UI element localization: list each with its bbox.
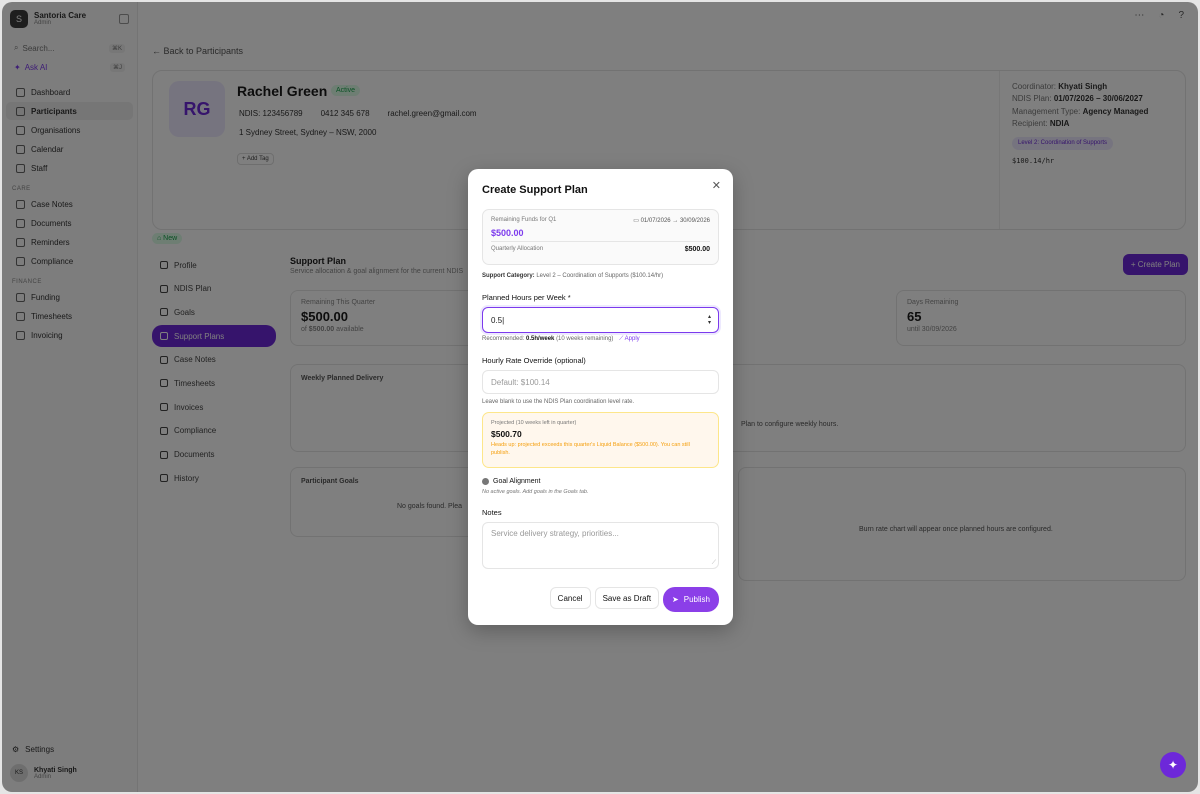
quarterly-allocation-row: Quarterly Allocation $500.00 <box>491 246 710 253</box>
recommended-hint: Recommended: 0.5h/week (10 weeks remaini… <box>482 336 719 343</box>
close-icon[interactable]: ✕ <box>712 179 721 192</box>
goal-alignment: Goal Alignment <box>482 478 719 485</box>
resize-handle-icon[interactable]: ⟋ <box>712 560 716 567</box>
recommended-prefix: Recommended: <box>482 336 525 342</box>
publish-label: Publish <box>683 595 710 604</box>
target-icon <box>482 478 489 485</box>
support-category: Support Category: Level 2 – Coordination… <box>482 273 719 279</box>
publish-button[interactable]: ➤ Publish <box>663 587 719 612</box>
remaining-funds-card: Remaining Funds for Q1 ▭ 01/07/2026 → 30… <box>482 209 719 265</box>
support-category-value: Level 2 – Coordination of Supports ($100… <box>536 273 664 279</box>
dialog-title: Create Support Plan <box>482 184 588 196</box>
quarterly-label: Quarterly Allocation <box>491 246 544 252</box>
notes-textarea[interactable]: Service delivery strategy, priorities...… <box>482 522 719 569</box>
hourly-rate-input[interactable]: Default: $100.14 <box>482 370 719 394</box>
hours-label: Planned Hours per Week * <box>482 293 571 302</box>
number-stepper-icon[interactable]: ▴ ▾ <box>708 314 711 326</box>
recommended-value: 0.5h/week <box>526 336 555 342</box>
support-category-label: Support Category: <box>482 273 535 279</box>
notes-label: Notes <box>482 508 502 517</box>
projected-card: Projected (10 weeks left in quarter) $50… <box>482 412 719 468</box>
quarterly-value: $500.00 <box>684 246 710 253</box>
rate-hint: Leave blank to use the NDIS Plan coordin… <box>482 399 635 405</box>
dialog-actions: Cancel Save as Draft ➤ Publish <box>549 587 719 612</box>
goal-note: No active goals. Add goals in the Goals … <box>482 489 589 495</box>
hours-value: 0.5 <box>491 315 503 325</box>
projected-label: Projected (10 weeks left in quarter) <box>491 420 577 426</box>
recommended-suffix: (10 weeks remaining) <box>556 336 614 342</box>
send-icon: ➤ <box>672 595 679 604</box>
funds-date-range: ▭ 01/07/2026 → 30/09/2026 <box>633 217 710 224</box>
projected-warning: Heads up: projected exceeds this quarter… <box>491 442 690 456</box>
rate-label: Hourly Rate Override (optional) <box>482 356 586 365</box>
planned-hours-input[interactable]: 0.5 | ▴ ▾ <box>482 307 719 333</box>
notes-placeholder: Service delivery strategy, priorities... <box>491 529 619 538</box>
funds-dates-text: 01/07/2026 → 30/09/2026 <box>640 218 710 224</box>
create-support-plan-dialog: Create Support Plan ✕ Remaining Funds fo… <box>468 169 733 625</box>
ai-assistant-button[interactable]: ✦ <box>1160 752 1186 778</box>
divider <box>491 241 710 242</box>
calendar-icon: ▭ <box>633 218 641 224</box>
cancel-button[interactable]: Cancel <box>549 587 591 609</box>
goal-alignment-label: Goal Alignment <box>493 478 541 485</box>
text-cursor: | <box>502 315 505 325</box>
apply-label: Apply <box>624 336 640 342</box>
apply-button[interactable]: ⟋ Apply <box>619 336 640 342</box>
funds-amount: $500.00 <box>491 228 524 238</box>
save-draft-button[interactable]: Save as Draft <box>594 587 660 609</box>
projected-value: $500.70 <box>491 429 522 439</box>
